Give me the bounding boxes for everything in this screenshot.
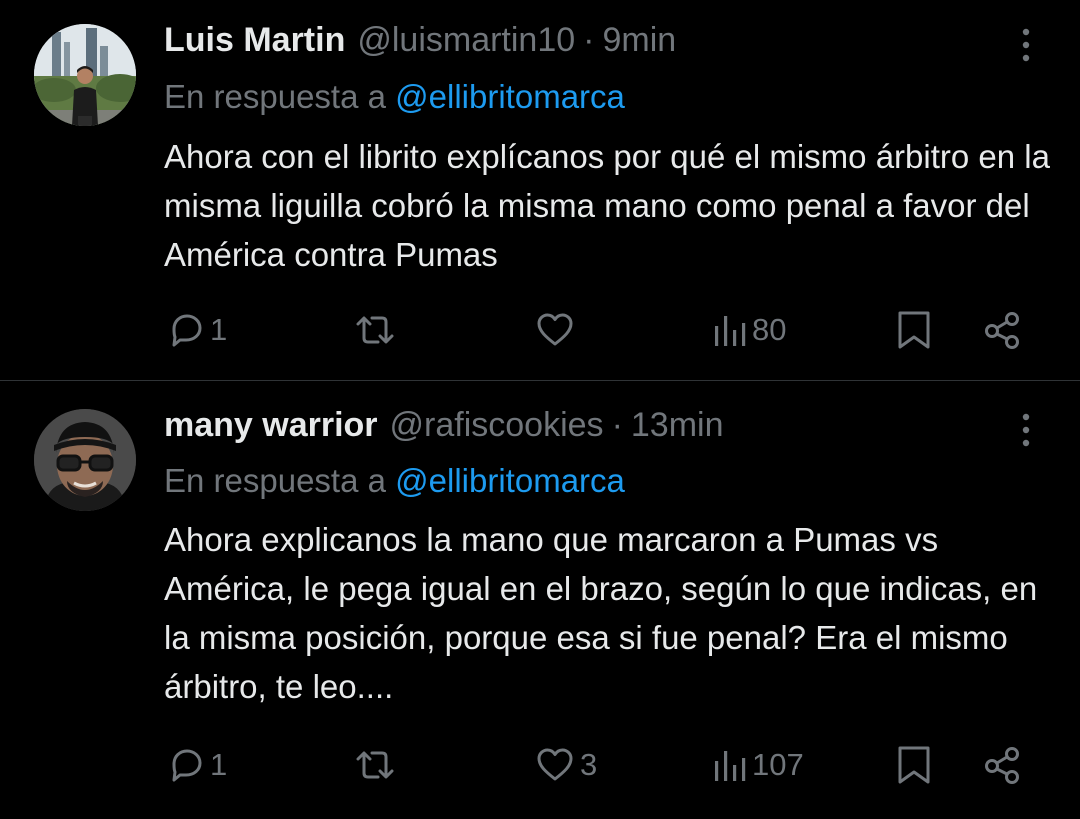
bookmark-icon: [894, 309, 934, 351]
reply-icon: [166, 745, 206, 785]
reply-feed: Luis Martin @luismartin10 · 9min En resp…: [0, 0, 1080, 819]
display-name[interactable]: Luis Martin: [164, 21, 345, 60]
tweet-text: Ahora con el librito explícanos por qué …: [164, 138, 1050, 273]
reply-button[interactable]: 1: [166, 743, 227, 787]
reply-mention-link[interactable]: @ellibritomarca: [395, 462, 625, 499]
reply-context: En respuesta a @ellibritomarca: [164, 462, 625, 500]
avatar[interactable]: [34, 409, 136, 511]
reply-prefix: En respuesta a: [164, 78, 386, 115]
more-vertical-icon[interactable]: [1014, 26, 1038, 66]
bookmark-button[interactable]: [894, 308, 934, 352]
reply-count: 1: [210, 312, 228, 347]
bookmark-icon: [894, 744, 934, 786]
reply-icon: [166, 310, 206, 350]
user-handle[interactable]: @luismartin10: [357, 21, 575, 60]
views-button[interactable]: 107: [712, 743, 804, 787]
views-button[interactable]: 80: [712, 308, 786, 352]
retweet-icon: [352, 745, 398, 785]
header-separator: ·: [583, 20, 595, 59]
avatar[interactable]: [34, 24, 136, 126]
timestamp[interactable]: 13min: [631, 406, 724, 445]
like-button[interactable]: [534, 308, 580, 352]
share-button[interactable]: [982, 308, 1024, 352]
share-button[interactable]: [982, 743, 1024, 787]
header-separator: ·: [611, 405, 623, 444]
display-name[interactable]: many warrior: [164, 406, 378, 445]
reply-mention-link[interactable]: @ellibritomarca: [395, 78, 625, 115]
views-icon: [712, 310, 748, 350]
like-button[interactable]: 3: [534, 743, 597, 787]
reply-button[interactable]: 1: [166, 308, 227, 352]
tweet-header: Luis Martin @luismartin10 · 9min: [164, 18, 676, 62]
views-icon: [712, 745, 748, 785]
reply-prefix: En respuesta a: [164, 462, 386, 499]
action-bar: 1 80: [0, 308, 1080, 352]
share-icon: [982, 744, 1024, 786]
tweet-many-warrior[interactable]: many warrior @rafiscookies · 13min En re…: [0, 381, 1080, 819]
like-icon: [534, 745, 576, 785]
tweet-luis-martin[interactable]: Luis Martin @luismartin10 · 9min En resp…: [0, 0, 1080, 380]
user-handle[interactable]: @rafiscookies: [390, 406, 604, 445]
tweet-header: many warrior @rafiscookies · 13min: [164, 403, 724, 447]
like-count: 3: [580, 747, 598, 782]
views-count: 80: [752, 312, 787, 347]
reply-context: En respuesta a @ellibritomarca: [164, 78, 625, 116]
action-bar: 1 3 107: [0, 743, 1080, 787]
timestamp[interactable]: 9min: [602, 21, 676, 60]
tweet-text: Ahora explicanos la mano que marcaron a …: [164, 521, 1038, 705]
retweet-button[interactable]: [352, 743, 402, 787]
retweet-button[interactable]: [352, 308, 402, 352]
like-icon: [534, 310, 576, 350]
retweet-icon: [352, 310, 398, 350]
share-icon: [982, 309, 1024, 351]
more-vertical-icon[interactable]: [1014, 411, 1038, 451]
views-count: 107: [752, 747, 804, 782]
reply-count: 1: [210, 747, 228, 782]
bookmark-button[interactable]: [894, 743, 934, 787]
